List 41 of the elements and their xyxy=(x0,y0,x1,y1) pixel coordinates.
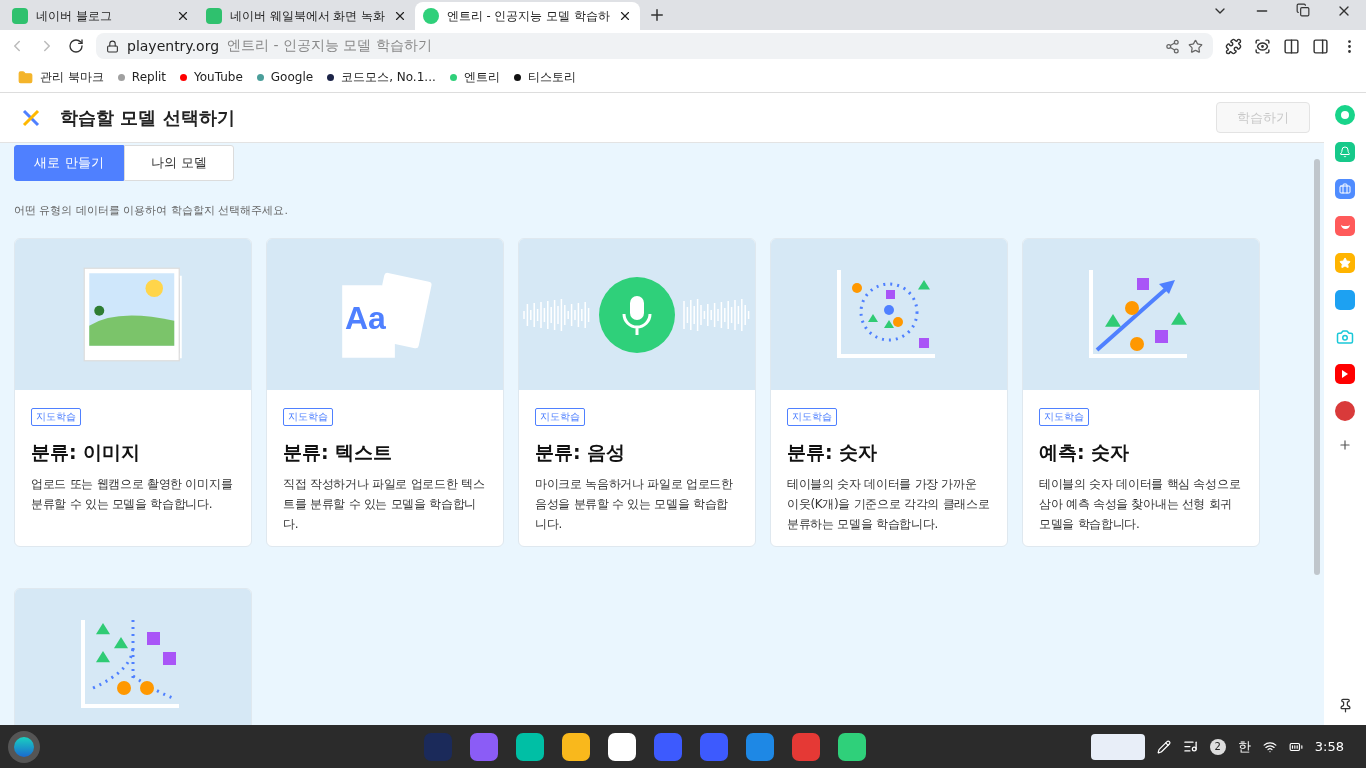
tag-label: 지도학습 xyxy=(535,408,585,426)
mode-tab[interactable]: 새로 만들기 xyxy=(14,145,124,181)
model-card[interactable]: 지도학습 분류: 이미지 업로드 또는 웹캠으로 촬영한 이미지를 분류할 수 있는 모델을 학습합니다. xyxy=(14,238,252,547)
card-title: 분류: 텍스트 xyxy=(283,440,393,465)
browser-tab[interactable]: 엔트리 - 인공지능 모델 학습하 xyxy=(414,2,640,30)
bookmark-link[interactable]: 관리 북마크 xyxy=(40,68,104,86)
card-description: 직접 작성하거나 파일로 업로드한 텍스트를 분류할 수 있는 모델을 학습합니다. xyxy=(283,476,486,533)
tag-label: 지도학습 xyxy=(283,408,333,426)
bookmark-link[interactable]: 코드모스, No.1... xyxy=(341,68,436,86)
tag-label: 지도학습 xyxy=(1039,408,1089,426)
letter-label: Aa xyxy=(345,299,386,337)
card-title: 분류: 이미지 xyxy=(31,440,141,465)
input-method[interactable]: 한 xyxy=(1237,737,1251,756)
card-description: 테이블의 숫자 데이터를 핵심 속성으로 삼아 예측 속성을 찾아내는 선형 회귀 모델을 학습합니다. xyxy=(1039,476,1242,533)
tag-label: 지도학습 xyxy=(787,408,837,426)
instruction-text: 어떤 유형의 데이터를 이용하여 학습할지 선택해주세요. xyxy=(14,203,289,218)
card-description: 업로드 또는 웹캠으로 촬영한 이미지를 분류할 수 있는 모델을 학습합니다. xyxy=(31,476,234,513)
clock-time[interactable]: 3:58 xyxy=(1314,739,1344,754)
card-title: 분류: 음성 xyxy=(535,440,626,465)
model-card[interactable]: 지도학습 예측: 숫자 테이블의 숫자 데이터를 핵심 속성으로 삼아 예측 속성을 찾아내는 선형 회귀 모델을 학습합니다. xyxy=(1022,238,1260,547)
bookmark-link[interactable]: Replit xyxy=(131,70,166,84)
bookmark-link[interactable]: YouTube xyxy=(194,70,243,84)
card-title: 예측: 숫자 xyxy=(1039,440,1130,465)
notification-count[interactable]: 2 xyxy=(1209,738,1226,755)
card-description: 테이블의 숫자 데이터를 가장 가까운 이웃(K개)을 기준으로 각각의 클래스로 분류하는 모델을 학습합니다. xyxy=(787,476,991,533)
url-domain: playentry.org xyxy=(127,38,220,54)
model-card[interactable]: 지도학습 분류: 음성 마이크로 녹음하거나 파일로 업로드한 음성을 분류할 수 있는 모델을 학습합니다. xyxy=(518,238,756,547)
bookmark-link[interactable]: Google xyxy=(270,70,314,84)
page-heading: 학습할 모델 선택하기 xyxy=(60,105,236,130)
card-description: 마이크로 녹음하거나 파일로 업로드한 음성을 분류할 수 있는 모델을 학습합니다. xyxy=(535,476,734,533)
bookmark-link[interactable]: 티스토리 xyxy=(527,68,576,86)
browser-tab[interactable]: 네이버 블로그 xyxy=(4,2,198,30)
tag-label: 지도학습 xyxy=(31,408,81,426)
address-bar[interactable]: playentry.org 엔트리 - 인공지능 모델 학습하기 xyxy=(96,33,1213,59)
mode-tab[interactable]: 나의 모델 xyxy=(124,145,234,181)
model-card[interactable]: Aa 지도학습 분류: 텍스트 직접 작성하거나 파일로 업로드한 텍스트를 분류할 수 있는 모델을 학습합니다. xyxy=(266,238,504,547)
page-title: 엔트리 - 인공지능 모델 학습하기 xyxy=(227,37,433,55)
browser-tab[interactable]: 네이버 웨일북에서 화면 녹화 xyxy=(198,2,415,30)
bookmark-link[interactable]: 엔트리 xyxy=(463,68,500,86)
model-card[interactable]: 지도학습 분류: 숫자 테이블의 숫자 데이터를 가장 가까운 이웃(K개)을 기준으로 각각의 클래스로 분류하는 모델을 학습합니다. xyxy=(770,238,1008,547)
card-title: 분류: 숫자 xyxy=(787,440,878,465)
